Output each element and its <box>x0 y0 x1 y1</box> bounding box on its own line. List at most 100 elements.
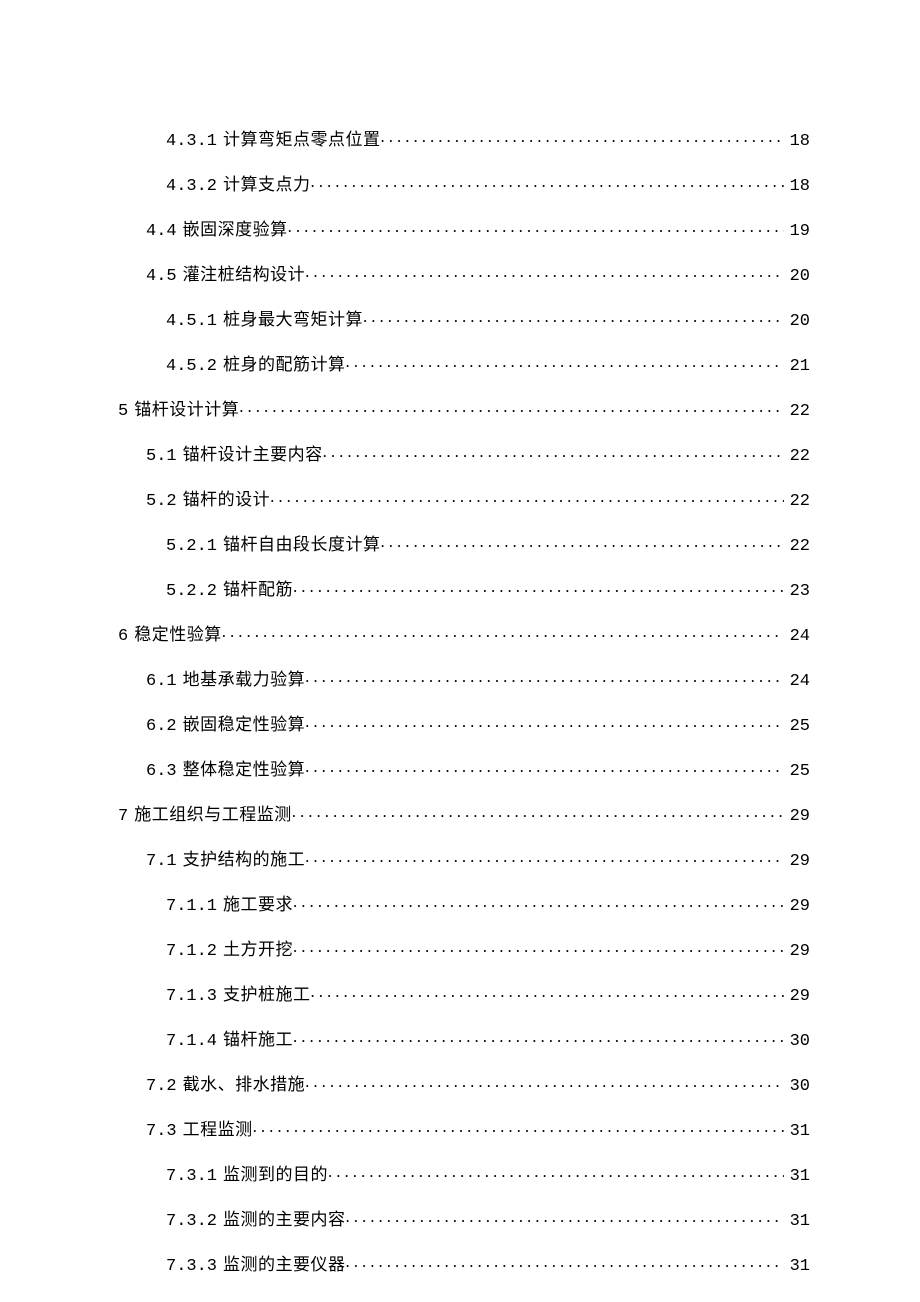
toc-number: 5.1 <box>146 448 177 465</box>
toc-page-number: 22 <box>784 493 810 510</box>
toc-leader <box>293 1028 784 1045</box>
toc-page-number: 25 <box>784 763 810 780</box>
toc-number: 4.3.1 <box>166 133 217 150</box>
toc-leader <box>346 1253 784 1270</box>
toc-title: 灌注桩结构设计 <box>183 266 306 283</box>
toc-title: 施工要求 <box>223 896 293 913</box>
toc-leader <box>305 758 783 775</box>
toc-title: 锚杆设计计算 <box>134 401 239 418</box>
toc-number: 4.4 <box>146 223 177 240</box>
toc-entry: 4.4 嵌固深度验算 19 <box>118 218 810 240</box>
toc-title: 稳定性验算 <box>134 626 222 643</box>
toc-leader <box>381 128 784 145</box>
toc-number: 7.3.3 <box>166 1258 217 1275</box>
toc-page-number: 31 <box>784 1123 810 1140</box>
toc-title: 锚杆的设计 <box>183 491 271 508</box>
toc-number: 5 <box>118 403 128 420</box>
toc-title: 工程监测 <box>183 1121 253 1138</box>
toc-leader <box>311 983 784 1000</box>
toc-leader <box>270 488 783 505</box>
toc-leader <box>305 1073 783 1090</box>
toc-entry: 7.1.3支护桩施工29 <box>118 983 810 1005</box>
toc-title: 支护结构的施工 <box>183 851 306 868</box>
toc-page-number: 22 <box>784 538 810 555</box>
toc-page-number: 31 <box>784 1258 810 1275</box>
toc-page-number: 29 <box>784 898 810 915</box>
toc-number: 6.1 <box>146 673 177 690</box>
toc-number: 7.1.1 <box>166 898 217 915</box>
toc-entry: 7.3.3监测的主要仪器31 <box>118 1253 810 1275</box>
toc-title: 锚杆设计主要内容 <box>183 446 323 463</box>
toc-page-number: 29 <box>784 853 810 870</box>
toc-number: 7.3 <box>146 1123 177 1140</box>
toc-page-number: 19 <box>784 223 810 240</box>
toc-entry: 7.1.1 施工要求 29 <box>118 893 810 915</box>
toc-number: 7.1 <box>146 853 177 870</box>
toc-number: 5.2.1 <box>166 538 217 555</box>
toc-number: 6.3 <box>146 763 177 780</box>
toc-leader <box>305 848 783 865</box>
toc-page-number: 23 <box>784 583 810 600</box>
toc-page-number: 18 <box>784 178 810 195</box>
toc-entry: 7.1 支护结构的施工 29 <box>118 848 810 870</box>
toc-leader <box>288 218 784 235</box>
toc-title: 桩身的配筋计算 <box>223 356 346 373</box>
toc-page-number: 30 <box>784 1078 810 1095</box>
toc-title: 土方开挖 <box>223 941 293 958</box>
toc-title: 锚杆配筋 <box>223 581 293 598</box>
toc-entry: 4.3.2 计算支点力 18 <box>118 173 810 195</box>
toc-page-number: 30 <box>784 1033 810 1050</box>
toc-title: 施工组织与工程监测 <box>134 806 292 823</box>
toc-number: 6 <box>118 628 128 645</box>
toc-entry: 4.5.2 桩身的配筋计算 21 <box>118 353 810 375</box>
toc-number: 4.5.2 <box>166 358 217 375</box>
toc-leader <box>311 173 784 190</box>
toc-title: 支护桩施工 <box>223 986 311 1003</box>
toc-page-number: 22 <box>784 448 810 465</box>
toc-page-number: 20 <box>784 313 810 330</box>
toc-title: 计算弯矩点零点位置 <box>223 131 381 148</box>
toc-page-number: 18 <box>784 133 810 150</box>
toc-page-number: 29 <box>784 808 810 825</box>
toc-entry: 7.3 工程监测 31 <box>118 1118 810 1140</box>
toc-leader <box>222 623 784 640</box>
toc-page-number: 21 <box>784 358 810 375</box>
toc-title: 嵌固深度验算 <box>183 221 288 238</box>
toc-entry: 5.1 锚杆设计主要内容 22 <box>118 443 810 465</box>
toc-title: 计算支点力 <box>223 176 311 193</box>
toc-page-number: 29 <box>784 943 810 960</box>
toc-number: 7 <box>118 808 128 825</box>
toc-leader <box>292 803 784 820</box>
toc-page-number: 31 <box>784 1213 810 1230</box>
toc-number: 5.2 <box>146 493 177 510</box>
toc-leader <box>346 1208 784 1225</box>
toc-number: 7.1.2 <box>166 943 217 960</box>
toc-entry: 6.3整体稳定性验算25 <box>118 758 810 780</box>
toc-leader <box>239 398 783 415</box>
toc-leader <box>363 308 784 325</box>
toc-title: 锚杆自由段长度计算 <box>223 536 381 553</box>
toc-entry: 6稳定性验算24 <box>118 623 810 645</box>
toc-entry: 7.3.1 监测到的目的 31 <box>118 1163 810 1185</box>
toc-title: 锚杆施工 <box>223 1031 293 1048</box>
toc-entry: 7 施工组织与工程监测 29 <box>118 803 810 825</box>
toc-number: 4.3.2 <box>166 178 217 195</box>
toc-leader <box>381 533 784 550</box>
toc-number: 7.3.1 <box>166 1168 217 1185</box>
toc-number: 7.1.3 <box>166 988 217 1005</box>
toc-entry: 6.2嵌固稳定性验算25 <box>118 713 810 735</box>
toc-leader <box>305 713 783 730</box>
toc-entry: 4.5.1桩身最大弯矩计算20 <box>118 308 810 330</box>
toc-entry: 4.5灌注桩结构设计20 <box>118 263 810 285</box>
toc-title: 监测到的目的 <box>223 1166 328 1183</box>
toc-entry: 5.2.2 锚杆配筋 23 <box>118 578 810 600</box>
toc-title: 截水、排水措施 <box>183 1076 306 1093</box>
toc-number: 5.2.2 <box>166 583 217 600</box>
toc-entry: 5锚杆设计计算22 <box>118 398 810 420</box>
toc-number: 6.2 <box>146 718 177 735</box>
toc-number: 7.3.2 <box>166 1213 217 1230</box>
toc-page-number: 31 <box>784 1168 810 1185</box>
toc-title: 地基承载力验算 <box>183 671 306 688</box>
toc-page-number: 24 <box>784 673 810 690</box>
toc-page-number: 20 <box>784 268 810 285</box>
